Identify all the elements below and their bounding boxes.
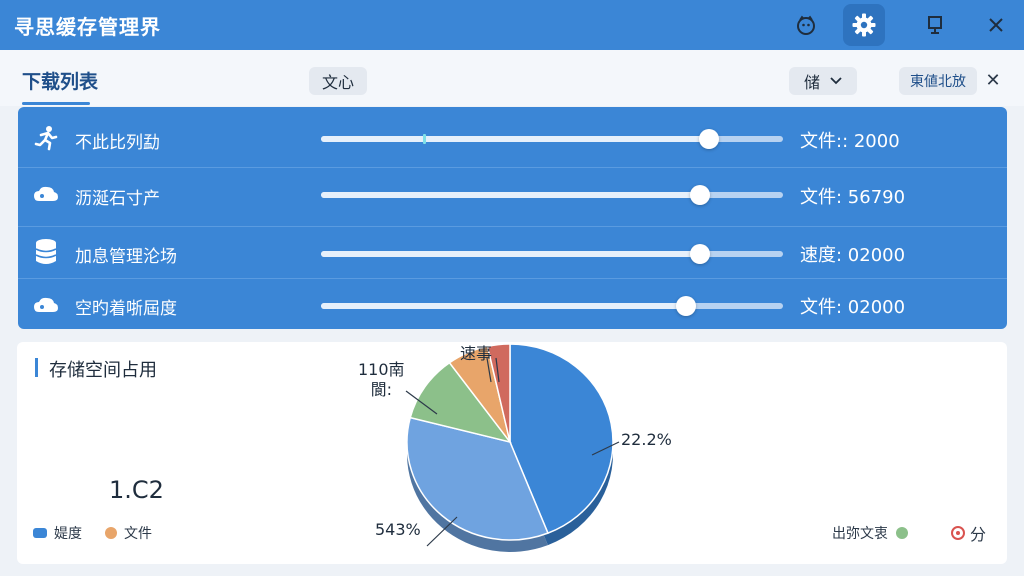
app-title: 寻思缓存管理界 (14, 15, 161, 39)
settings-button[interactable] (843, 4, 885, 46)
list-title: 下载列表 (22, 71, 99, 93)
pie-label: 543% (375, 520, 421, 539)
download-value: 文件:: 2000 (800, 131, 900, 152)
close-window-button[interactable] (975, 4, 1017, 46)
progress-slider[interactable] (321, 244, 783, 264)
download-row[interactable]: 加息管理沦场 速度: 02000 (18, 226, 1007, 279)
download-value: 速度: 02000 (800, 245, 906, 266)
download-list: 不此比列勐 文件:: 2000 沥涎石寸产 文件: 56790 加息管理沦场 速… (18, 107, 1007, 329)
download-name: 加息管理沦场 (75, 247, 177, 267)
download-value: 文件: 56790 (800, 187, 906, 208)
slider-thumb[interactable] (675, 296, 696, 316)
user-button[interactable] (785, 4, 827, 46)
pin-button[interactable] (914, 4, 956, 46)
storage-pie-chart (405, 343, 620, 552)
close-icon (989, 18, 1003, 32)
progress-fill (321, 303, 686, 309)
download-name: 不此比列勐 (75, 133, 160, 153)
slider-thumb[interactable] (689, 185, 710, 205)
user-icon (797, 15, 815, 35)
sort-dropdown[interactable]: 储 (789, 67, 857, 95)
progress-slider[interactable] (321, 296, 783, 316)
filter-tag[interactable]: 東値北放 (899, 67, 977, 95)
pie-label: 速事 (460, 344, 493, 363)
download-row[interactable]: 空旳着哳屆度 文件: 02000 (18, 278, 1007, 329)
download-name: 沥涎石寸产 (75, 189, 160, 209)
download-row[interactable]: 沥涎石寸产 文件: 56790 (18, 167, 1007, 220)
pie-label: 110南 閬: (358, 360, 405, 399)
progress-fill (321, 192, 700, 198)
download-value: 文件: 02000 (800, 297, 906, 318)
sort-label: 储 (803, 73, 820, 92)
clear-filter-button[interactable]: ✕ (982, 69, 1004, 91)
slider-thumb[interactable] (689, 244, 710, 264)
pie-label: 22.2% (621, 430, 672, 449)
storage-panel: 存储空间占用 1.C2 媞度 文件 出弥文衷 分 22.2% 543% 110南… (17, 342, 1007, 564)
slider-thumb[interactable] (699, 129, 720, 149)
cloud-icon (32, 180, 60, 208)
download-row[interactable]: 不此比列勐 文件:: 2000 (18, 112, 1007, 164)
progress-fill (321, 251, 700, 257)
tab-underline (22, 102, 90, 105)
pin-icon (928, 16, 942, 34)
center-filter-button[interactable]: 文心 (309, 67, 367, 95)
runner-icon (32, 124, 60, 152)
gear-icon (852, 13, 876, 37)
progress-slider[interactable] (321, 129, 783, 149)
toolbar: 下载列表 文心 储 東値北放 ✕ (0, 50, 1024, 106)
cloud-icon (32, 291, 60, 319)
chevron-down-icon (830, 77, 842, 85)
database-icon (32, 238, 60, 266)
progress-fill (321, 136, 710, 142)
download-name: 空旳着哳屆度 (75, 299, 177, 319)
progress-marker (422, 134, 426, 144)
title-bar: 寻思缓存管理界 (0, 0, 1024, 50)
progress-slider[interactable] (321, 185, 783, 205)
